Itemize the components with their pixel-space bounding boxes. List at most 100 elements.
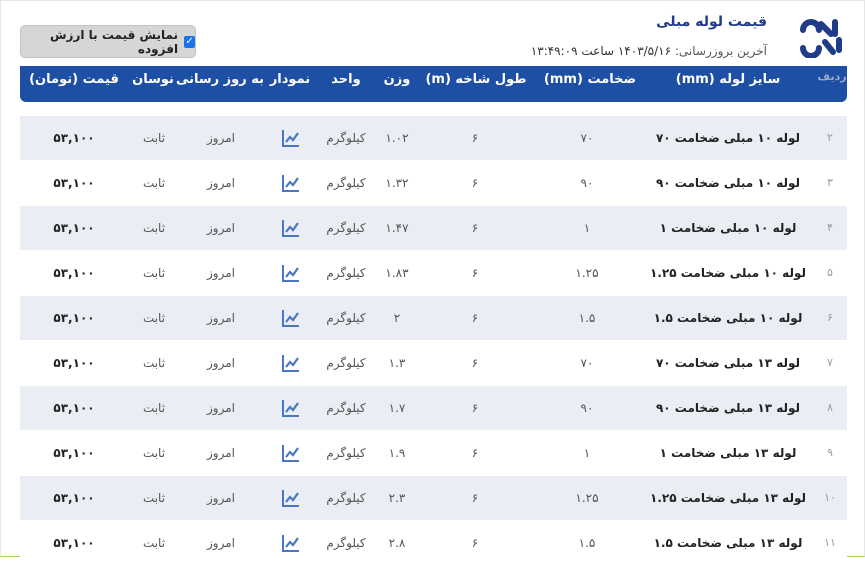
line-chart-icon[interactable] bbox=[281, 398, 301, 418]
row-length: ۶ bbox=[471, 176, 479, 190]
row-price: ۵۳,۱۰۰ bbox=[53, 356, 95, 370]
row-weight: ۱.۹ bbox=[388, 446, 406, 460]
row-thickness: ۷۰ bbox=[580, 356, 594, 370]
table-row[interactable]: ۱۰ لوله ۱۳ مبلی ضخامت ۱.۲۵ ۱.۲۵ ۶ ۲.۳ کی… bbox=[20, 476, 847, 521]
header-thickness: ضخامت (mm) bbox=[543, 72, 637, 87]
row-unit: کیلوگرم bbox=[326, 491, 366, 505]
header-length: طول شاخه (m) bbox=[425, 72, 527, 87]
row-price: ۵۳,۱۰۰ bbox=[53, 536, 95, 550]
line-chart-icon[interactable] bbox=[281, 488, 301, 508]
row-index: ۳ bbox=[827, 176, 833, 189]
header-radif: ردیف bbox=[817, 70, 847, 83]
row-name: لوله ۱۳ مبلی ضخامت ۱.۲۵ bbox=[650, 491, 806, 505]
row-unit: کیلوگرم bbox=[326, 131, 366, 145]
row-price: ۵۳,۱۰۰ bbox=[53, 311, 95, 325]
row-weight: ۱.۳۲ bbox=[385, 176, 409, 190]
row-thickness: ۹۰ bbox=[580, 176, 594, 190]
row-weight: ۱.۸۳ bbox=[385, 266, 409, 280]
table-row[interactable]: ۴ لوله ۱۰ مبلی ضخامت ۱ ۱ ۶ ۱.۴۷ کیلوگرم … bbox=[20, 206, 847, 251]
row-length: ۶ bbox=[471, 401, 479, 415]
table-row[interactable]: ۸ لوله ۱۳ مبلی ضخامت ۹۰ ۹۰ ۶ ۱.۷ کیلوگرم… bbox=[20, 386, 847, 431]
line-chart-icon[interactable] bbox=[281, 353, 301, 373]
row-price: ۵۳,۱۰۰ bbox=[53, 131, 95, 145]
row-name: لوله ۱۳ مبلی ضخامت ۱.۵ bbox=[653, 536, 803, 550]
row-thickness: ۷۰ bbox=[580, 131, 594, 145]
row-fluctuation: ثابت bbox=[142, 356, 166, 370]
row-thickness: ۱.۵ bbox=[578, 311, 596, 325]
row-name: لوله ۱۰ مبلی ضخامت ۹۰ bbox=[655, 176, 801, 190]
row-unit: کیلوگرم bbox=[326, 311, 366, 325]
row-index: ۷ bbox=[827, 356, 833, 369]
table-row[interactable]: ۵ لوله ۱۰ مبلی ضخامت ۱.۲۵ ۱.۲۵ ۶ ۱.۸۳ کی… bbox=[20, 251, 847, 296]
table-row[interactable]: ۲ لوله ۱۰ مبلی ضخامت ۷۰ ۷۰ ۶ ۱.۰۲ کیلوگر… bbox=[20, 116, 847, 161]
checkbox-checked-icon[interactable]: ✓ bbox=[184, 35, 195, 48]
row-name: لوله ۱۰ مبلی ضخامت ۱.۲۵ bbox=[650, 266, 806, 280]
row-fluctuation: ثابت bbox=[142, 401, 166, 415]
table-row[interactable]: ۱۱ لوله ۱۳ مبلی ضخامت ۱.۵ ۱.۵ ۶ ۲.۸ کیلو… bbox=[20, 521, 847, 566]
line-chart-icon[interactable] bbox=[281, 128, 301, 148]
row-length: ۶ bbox=[471, 131, 479, 145]
row-price: ۵۳,۱۰۰ bbox=[53, 446, 95, 460]
row-thickness: ۹۰ bbox=[580, 401, 594, 415]
row-fluctuation: ثابت bbox=[142, 221, 166, 235]
row-price: ۵۳,۱۰۰ bbox=[53, 266, 95, 280]
row-length: ۶ bbox=[471, 491, 479, 505]
header-price: قیمت (تومان) bbox=[29, 72, 119, 87]
row-weight: ۲.۸ bbox=[388, 536, 406, 550]
line-chart-icon[interactable] bbox=[281, 263, 301, 283]
row-updated: امروز bbox=[207, 401, 235, 415]
row-index: ۲ bbox=[827, 131, 833, 144]
row-unit: کیلوگرم bbox=[326, 446, 366, 460]
table-row[interactable]: ۳ لوله ۱۰ مبلی ضخامت ۹۰ ۹۰ ۶ ۱.۳۲ کیلوگر… bbox=[20, 161, 847, 206]
row-fluctuation: ثابت bbox=[142, 311, 166, 325]
row-index: ۱۱ bbox=[824, 536, 836, 549]
row-thickness: ۱ bbox=[583, 446, 591, 460]
table-header: ردیف سایز لوله (mm) ضخامت (mm) طول شاخه … bbox=[20, 66, 847, 102]
row-name: لوله ۱۰ مبلی ضخامت ۱ bbox=[659, 221, 797, 235]
line-chart-icon[interactable] bbox=[281, 308, 301, 328]
row-name: لوله ۱۳ مبلی ضخامت ۷۰ bbox=[655, 356, 801, 370]
row-length: ۶ bbox=[471, 311, 479, 325]
vat-toggle-label: نمایش قیمت با ارزش افزوده bbox=[50, 27, 179, 56]
row-weight: ۲.۳ bbox=[388, 491, 406, 505]
table-row[interactable]: ۷ لوله ۱۳ مبلی ضخامت ۷۰ ۷۰ ۶ ۱.۳ کیلوگرم… bbox=[20, 341, 847, 386]
row-name: لوله ۱۰ مبلی ضخامت ۷۰ bbox=[655, 131, 801, 145]
line-chart-icon[interactable] bbox=[281, 443, 301, 463]
row-thickness: ۱.۲۵ bbox=[575, 491, 599, 505]
row-price: ۵۳,۱۰۰ bbox=[53, 221, 95, 235]
row-name: لوله ۱۳ مبلی ضخامت ۱ bbox=[659, 446, 797, 460]
row-weight: ۱.۰۲ bbox=[385, 131, 409, 145]
row-updated: امروز bbox=[207, 131, 235, 145]
table-row[interactable]: ۹ لوله ۱۳ مبلی ضخامت ۱ ۱ ۶ ۱.۹ کیلوگرم ا… bbox=[20, 431, 847, 476]
row-length: ۶ bbox=[471, 221, 479, 235]
line-chart-icon[interactable] bbox=[281, 173, 301, 193]
row-length: ۶ bbox=[471, 266, 479, 280]
row-unit: کیلوگرم bbox=[326, 356, 366, 370]
table-row[interactable]: ۶ لوله ۱۰ مبلی ضخامت ۱.۵ ۱.۵ ۶ ۲ کیلوگرم… bbox=[20, 296, 847, 341]
row-index: ۶ bbox=[827, 311, 833, 324]
vat-toggle-button[interactable]: ✓ نمایش قیمت با ارزش افزوده bbox=[20, 25, 196, 58]
row-name: لوله ۱۳ مبلی ضخامت ۹۰ bbox=[655, 401, 801, 415]
row-weight: ۱.۷ bbox=[388, 401, 406, 415]
row-updated: امروز bbox=[207, 536, 235, 550]
line-chart-icon[interactable] bbox=[281, 533, 301, 553]
header-chart: نمودار bbox=[269, 72, 311, 87]
row-price: ۵۳,۱۰۰ bbox=[53, 401, 95, 415]
row-name: لوله ۱۰ مبلی ضخامت ۱.۵ bbox=[653, 311, 803, 325]
row-unit: کیلوگرم bbox=[326, 221, 366, 235]
row-fluctuation: ثابت bbox=[142, 446, 166, 460]
last-update-label: آخرین بروزرسانی: bbox=[674, 44, 767, 58]
row-updated: امروز bbox=[207, 311, 235, 325]
header-updated: به روز رسانی bbox=[175, 72, 265, 87]
table-body: ۲ لوله ۱۰ مبلی ضخامت ۷۰ ۷۰ ۶ ۱.۰۲ کیلوگر… bbox=[20, 116, 847, 566]
row-fluctuation: ثابت bbox=[142, 176, 166, 190]
row-updated: امروز bbox=[207, 221, 235, 235]
line-chart-icon[interactable] bbox=[281, 218, 301, 238]
last-update-value: ۱۴۰۳/۵/۱۶ ساعت ۱۳:۴۹:۰۹ bbox=[530, 44, 672, 58]
row-price: ۵۳,۱۰۰ bbox=[53, 491, 95, 505]
header-weight: وزن bbox=[383, 72, 411, 87]
row-index: ۴ bbox=[827, 221, 833, 234]
row-fluctuation: ثابت bbox=[142, 266, 166, 280]
row-length: ۶ bbox=[471, 536, 479, 550]
header-fluctuation: نوسان bbox=[132, 72, 174, 87]
